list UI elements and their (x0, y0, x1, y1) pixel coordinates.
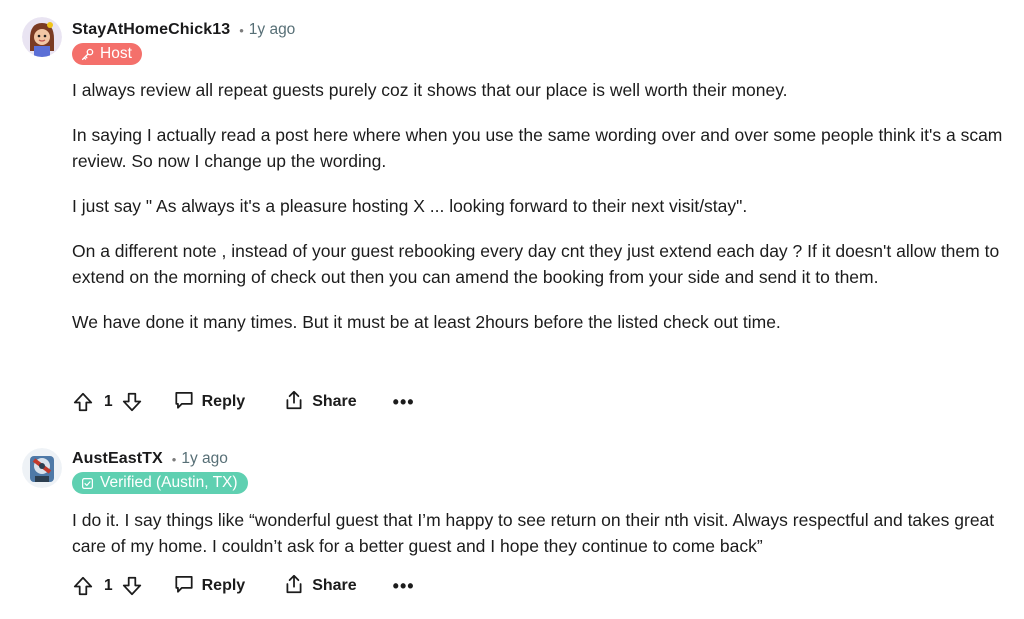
timestamp[interactable]: 1y ago (249, 21, 296, 39)
username[interactable]: AustEastTX (72, 450, 163, 468)
share-icon (283, 389, 305, 416)
reply-label: Reply (201, 393, 246, 410)
reply-button[interactable]: Reply (173, 573, 246, 600)
timestamp[interactable]: 1y ago (181, 450, 228, 468)
verified-badge-icon (81, 477, 94, 490)
comment-header: AustEastTX • 1y ago (72, 448, 228, 470)
vote-control: 1 (70, 573, 145, 599)
separator-dot: • (239, 22, 244, 38)
comment-paragraph: On a different note , instead of your gu… (72, 241, 1000, 287)
comment-paragraph: We have done it many times. But it must … (72, 312, 781, 332)
reply-label: Reply (201, 577, 246, 594)
more-options-icon[interactable]: ••• (393, 393, 415, 411)
vote-score: 1 (104, 577, 113, 594)
vote-score: 1 (104, 393, 113, 410)
comment-header: StayAtHomeChick13 • 1y ago (72, 19, 295, 41)
upvote-icon[interactable] (70, 389, 96, 415)
share-icon (283, 573, 305, 600)
downvote-icon[interactable] (119, 389, 145, 415)
comment-body: I do it. I say things like “wonderful gu… (72, 507, 1017, 578)
flair-label: Verified (Austin, TX) (100, 474, 238, 491)
comment-paragraph: I do it. I say things like “wonderful gu… (72, 510, 995, 556)
comment-paragraph: I always review all repeat guests purely… (72, 80, 788, 100)
comment-bubble-icon (173, 573, 195, 600)
reply-button[interactable]: Reply (173, 389, 246, 416)
comment-actions: 1 Reply Share ••• (70, 572, 415, 600)
share-button[interactable]: Share (283, 573, 357, 600)
user-flair: Host (72, 43, 142, 65)
downvote-icon[interactable] (119, 573, 145, 599)
user-avatar[interactable] (22, 448, 62, 488)
upvote-icon[interactable] (70, 573, 96, 599)
share-button[interactable]: Share (283, 389, 357, 416)
user-flair: Verified (Austin, TX) (72, 472, 248, 494)
flair-label: Host (100, 45, 132, 62)
comment-body: I always review all repeat guests purely… (72, 77, 1017, 354)
username[interactable]: StayAtHomeChick13 (72, 21, 230, 39)
more-options-icon[interactable]: ••• (393, 577, 415, 595)
share-label: Share (312, 577, 357, 594)
user-avatar[interactable] (22, 17, 62, 57)
separator-dot: • (171, 451, 177, 467)
share-label: Share (312, 393, 357, 410)
vote-control: 1 (70, 389, 145, 415)
comment-bubble-icon (173, 389, 195, 416)
comment-paragraph: In saying I actually read a post here wh… (72, 125, 1003, 171)
comment-paragraph: I just say " As always it's a pleasure h… (72, 196, 748, 216)
comment-actions: 1 Reply Share ••• (70, 388, 415, 416)
key-icon (81, 48, 94, 61)
